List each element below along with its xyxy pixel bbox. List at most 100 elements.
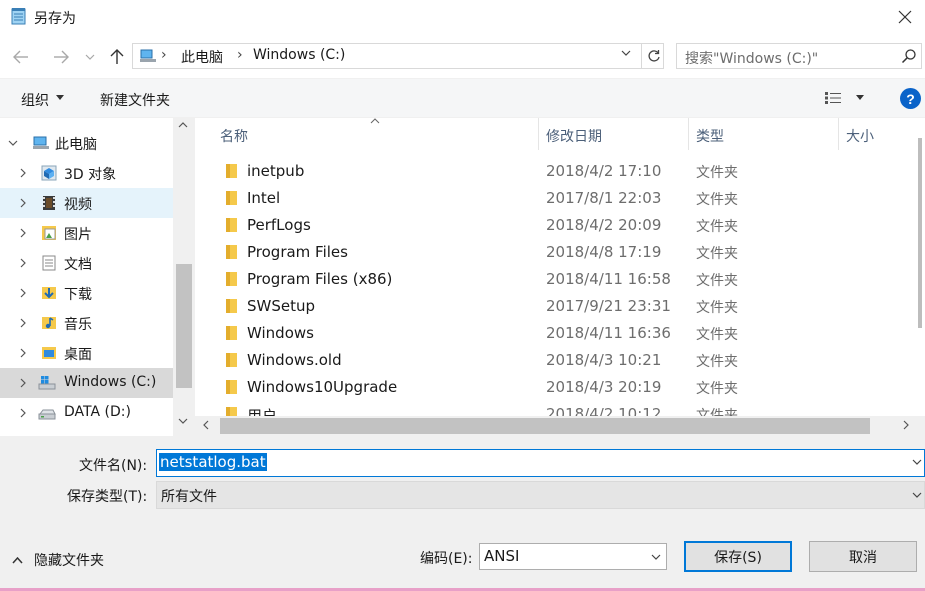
file-row[interactable]: Windows.old 2018/4/3 10:21 文件夹 [195, 347, 913, 374]
download-icon [42, 287, 56, 299]
tree-item-videos[interactable]: 视频 [0, 188, 173, 218]
chevron-down-icon[interactable] [178, 418, 188, 424]
caret-down-icon[interactable] [856, 95, 864, 100]
file-type: 文件夹 [696, 192, 738, 208]
file-row[interactable]: Program Files (x86) 2018/4/11 16:58 文件夹 [195, 266, 913, 293]
scrollbar-thumb[interactable] [918, 138, 922, 328]
tree-label: 音乐 [64, 317, 92, 333]
tree-item-3d-objects[interactable]: 3D 对象 [0, 158, 173, 188]
back-button[interactable] [8, 44, 34, 70]
column-modified[interactable]: 修改日期 [546, 126, 602, 146]
save-button[interactable]: 保存(S) [684, 541, 792, 572]
file-row[interactable]: Program Files 2018/4/8 17:19 文件夹 [195, 239, 913, 266]
chevron-right-icon[interactable] [903, 420, 909, 430]
column-size[interactable]: 大小 [846, 126, 874, 146]
tree-scrollbar[interactable] [173, 118, 195, 436]
organize-button[interactable]: 组织 [21, 90, 49, 110]
tree-item-downloads[interactable]: 下载 [0, 278, 173, 308]
chevron-right-icon [20, 348, 26, 358]
windows-drive-icon [38, 376, 56, 390]
tree-item-data-d[interactable]: DATA (D:) [0, 398, 173, 428]
file-row[interactable]: Intel 2017/8/1 22:03 文件夹 [195, 185, 913, 212]
chevron-up-icon [12, 556, 23, 564]
file-type: 文件夹 [696, 246, 738, 262]
search-box[interactable]: 搜索"Windows (C:)" [676, 43, 922, 69]
tree-item-this-pc[interactable]: 此电脑 [0, 128, 173, 158]
scrollbar-thumb[interactable] [176, 264, 192, 388]
file-name: SWSetup [247, 297, 316, 315]
folder-icon [226, 218, 237, 232]
chevron-down-icon[interactable] [621, 50, 631, 56]
tree-item-documents[interactable]: 文档 [0, 248, 173, 278]
file-date: 2017/9/21 23:31 [546, 297, 671, 315]
tree-item-music[interactable]: 音乐 [0, 308, 173, 338]
tree-item-pictures[interactable]: 图片 [0, 218, 173, 248]
file-list-vertical-scrollbar[interactable] [913, 118, 925, 416]
close-icon [898, 10, 912, 24]
column-name[interactable]: 名称 [220, 126, 248, 146]
recent-locations-button[interactable] [80, 44, 100, 70]
filename-input[interactable]: netstatlog.bat [156, 449, 925, 477]
refresh-icon [647, 50, 660, 62]
document-icon [42, 255, 56, 271]
view-options-icon[interactable] [824, 91, 842, 105]
file-name: Windows.old [247, 351, 342, 369]
file-date: 2018/4/8 17:19 [546, 243, 662, 261]
forward-button[interactable] [48, 44, 74, 70]
file-row[interactable]: Windows 2018/4/11 16:36 文件夹 [195, 320, 913, 347]
file-list-horizontal-scrollbar[interactable] [195, 416, 925, 436]
file-date: 2017/8/1 22:03 [546, 189, 662, 207]
column-divider[interactable] [688, 118, 689, 150]
cancel-button[interactable]: 取消 [809, 541, 917, 572]
new-folder-button[interactable]: 新建文件夹 [100, 90, 170, 110]
tree-item-desktop[interactable]: 桌面 [0, 338, 173, 368]
up-button[interactable] [104, 44, 130, 70]
chevron-right-icon [20, 168, 26, 178]
column-divider[interactable] [838, 118, 839, 150]
chevron-left-icon[interactable] [203, 420, 209, 430]
column-type[interactable]: 类型 [696, 126, 724, 146]
breadcrumb-separator-icon: › [237, 47, 243, 63]
chevron-up-icon[interactable] [178, 122, 188, 128]
filetype-value: 所有文件 [161, 489, 217, 505]
file-date: 2018/4/11 16:36 [546, 324, 671, 342]
navigation-bar: › 此电脑 › Windows (C:) 搜索"Windows (C:)" [0, 38, 925, 76]
filetype-select[interactable]: 所有文件 [156, 481, 925, 509]
hide-folders-label: 隐藏文件夹 [34, 553, 104, 569]
file-row[interactable]: 用户 2018/4/2 10:12 文件夹 [195, 401, 913, 416]
file-row[interactable]: inetpub 2018/4/2 17:10 文件夹 [195, 158, 913, 185]
help-button[interactable]: ? [900, 88, 921, 109]
chevron-down-icon [651, 554, 661, 560]
file-name: 用户 [247, 407, 278, 416]
chevron-down-icon[interactable] [912, 459, 922, 465]
3d-objects-icon [41, 165, 57, 181]
refresh-button[interactable] [641, 44, 665, 68]
file-name: inetpub [247, 162, 305, 180]
file-name: Program Files (x86) [247, 270, 393, 288]
breadcrumb-separator-icon: › [161, 47, 167, 63]
file-row[interactable]: Windows10Upgrade 2018/4/3 20:19 文件夹 [195, 374, 913, 401]
tree-label: Windows (C:) [64, 374, 157, 390]
file-name: Windows [247, 324, 314, 342]
tree-item-windows-c[interactable]: Windows (C:) [0, 368, 173, 398]
column-divider[interactable] [538, 118, 539, 150]
breadcrumb-windows-c[interactable]: Windows (C:) [253, 47, 345, 63]
scrollbar-thumb[interactable] [220, 418, 870, 434]
breadcrumb-this-pc[interactable]: 此电脑 [181, 47, 223, 67]
drive-icon [38, 409, 56, 420]
chevron-down-icon [85, 54, 95, 60]
address-bar[interactable]: › 此电脑 › Windows (C:) [132, 43, 664, 69]
close-button[interactable] [885, 0, 925, 34]
hide-folders-toggle[interactable]: 隐藏文件夹 [12, 552, 104, 569]
search-placeholder: 搜索"Windows (C:)" [685, 51, 819, 67]
computer-icon [33, 136, 49, 149]
file-name: PerfLogs [247, 216, 311, 234]
folder-icon [226, 326, 237, 340]
file-list: 名称 修改日期 类型 大小 inetpub 2018/4/2 17:10 文件夹… [195, 118, 925, 436]
tree-label: 文档 [64, 257, 92, 273]
encoding-select[interactable]: ANSI [479, 543, 667, 570]
file-row[interactable]: SWSetup 2017/9/21 23:31 文件夹 [195, 293, 913, 320]
file-row[interactable]: PerfLogs 2018/4/2 20:09 文件夹 [195, 212, 913, 239]
chevron-right-icon [20, 318, 26, 328]
folder-icon [226, 245, 237, 259]
